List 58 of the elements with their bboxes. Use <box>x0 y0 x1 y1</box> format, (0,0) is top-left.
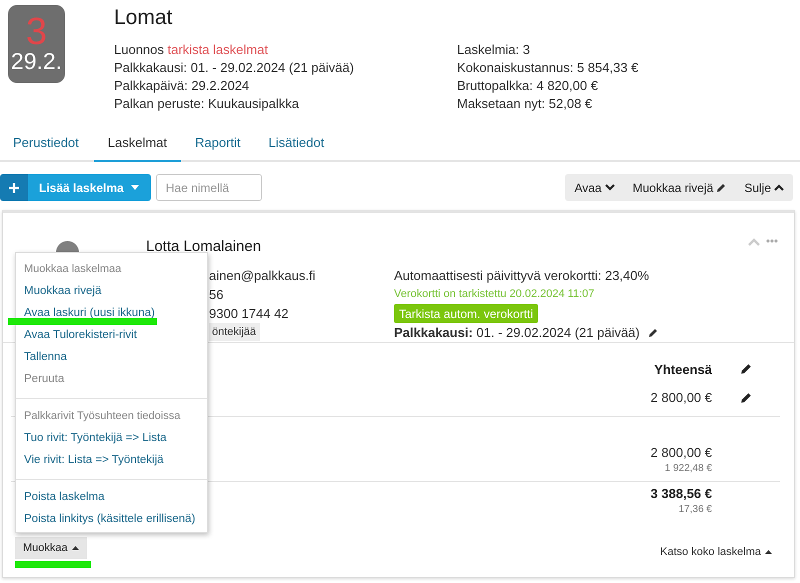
tax-card-text: Automaattisesti päivittyvä verokortti: 23,40% <box>394 267 650 285</box>
menu-header: Palkkarivit Työsuhteen tiedoissa <box>23 409 180 424</box>
search-field[interactable]: Hae nimellä <box>156 174 262 201</box>
status-text: Luonnos <box>114 42 164 57</box>
menu-header: Muokkaa laskelmaa <box>23 262 122 277</box>
caret-up-icon <box>72 546 79 550</box>
contact-text: ainen@palkkaus.fi <box>209 267 316 285</box>
tab[interactable]: Laskelmat <box>94 128 182 162</box>
summary-text: Kokonaiskustannus: 5 854,33 € <box>457 59 640 77</box>
contact-text: 9300 1744 42 <box>209 305 290 323</box>
chevron-down-icon <box>604 184 615 191</box>
menu-item[interactable]: Vie rivit: Lista => Työntekijä <box>24 452 164 468</box>
summary-text: Bruttopalkka: 4 820,00 € <box>457 77 599 95</box>
pencil-icon[interactable] <box>740 392 752 404</box>
view-full-link[interactable]: Katso koko laskelma <box>660 546 772 558</box>
pay-date: 29.2. <box>10 49 62 73</box>
open-button[interactable]: Avaa <box>565 174 624 201</box>
edit-rows-button[interactable]: Muokkaa rivejä <box>624 174 736 201</box>
summary-text: Maksetaan nyt: 52,08 € <box>457 95 594 113</box>
total-header: Yhteensä <box>654 362 712 376</box>
sub-amount-text: 1 922,48 € <box>664 462 712 474</box>
close-button[interactable]: Sulje <box>735 174 793 201</box>
caret-icon <box>130 185 139 190</box>
tab[interactable]: Perustiedot <box>0 128 94 162</box>
menu-item[interactable]: Poista linkitys (käsittele erillisenä) <box>24 511 196 527</box>
plus-icon <box>9 182 19 192</box>
menu-item[interactable]: Tuo rivit: Työntekijä => Lista <box>24 430 167 446</box>
amount-text: 3 388,56 € <box>650 486 712 500</box>
role-tag: öntekijää <box>209 323 260 341</box>
contact-text: 56 <box>209 286 224 304</box>
info-text: Palkkapäivä: 29.2.2024 <box>114 77 250 95</box>
menu-item[interactable]: Poista laskelma <box>24 489 105 505</box>
tab[interactable]: Lisätiedot <box>254 128 338 162</box>
pencil-icon <box>716 182 726 192</box>
check-link[interactable]: tarkista laskelmat <box>168 42 268 57</box>
period-value: 01. - 29.02.2024 (21 päivää) <box>476 324 640 342</box>
caret-up-icon <box>765 550 772 554</box>
info-text: Palkan peruste: Kuukausipalkka <box>114 95 300 113</box>
calculation-count: 3 <box>26 15 48 49</box>
menu-item[interactable]: Tallenna <box>24 349 67 365</box>
employee-name: Lotta Lomalainen <box>146 238 262 255</box>
menu-item[interactable]: Avaa laskuri (uusi ikkuna) <box>24 305 155 321</box>
tab[interactable]: Raportit <box>181 128 255 162</box>
pencil-icon[interactable] <box>740 363 752 375</box>
tax-checked-text: Verokortti on tarkistettu 20.02.2024 11:07 <box>394 287 596 302</box>
page-title: Lomat <box>114 7 174 29</box>
pencil-icon[interactable] <box>648 328 658 338</box>
amount-text: 2 800,00 € <box>650 444 712 460</box>
menu-item[interactable]: Muokkaa rivejä <box>24 283 102 299</box>
sub-amount-text: 17,36 € <box>678 504 712 514</box>
menu-item[interactable]: Avaa Tulorekisteri-rivit <box>24 327 137 343</box>
info-text: Palkkakausi: 01. - 29.02.2024 (21 päivää) <box>114 59 355 77</box>
amount-text: 2 800,00 € <box>650 390 712 405</box>
add-button[interactable] <box>0 174 28 201</box>
edit-button[interactable]: Muokkaa <box>15 537 87 559</box>
summary-text: Laskelmia: 3 <box>457 41 531 59</box>
chevron-up-icon <box>774 184 784 191</box>
period-label: Palkkakausi: <box>394 324 473 342</box>
